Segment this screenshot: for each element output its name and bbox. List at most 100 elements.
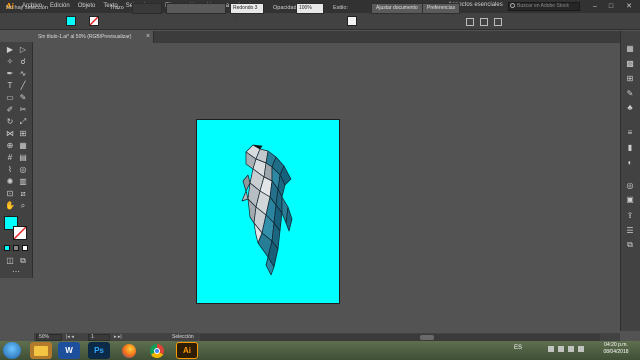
arrange-icon[interactable] xyxy=(494,18,502,26)
artboard-tool-icon[interactable]: ⊡ xyxy=(4,189,16,199)
artboards-icon[interactable]: ⧉ xyxy=(624,240,636,250)
paintbrush-icon[interactable]: ✎ xyxy=(17,93,29,103)
gradient-tool-icon[interactable]: ▤ xyxy=(17,153,29,163)
start-button[interactable] xyxy=(3,342,21,359)
transparency-icon[interactable]: ◐ xyxy=(624,158,636,168)
menu-edicion[interactable]: Edición xyxy=(46,0,74,13)
gradient-panel-icon[interactable]: ▮ xyxy=(624,143,636,153)
stroke-swatch[interactable] xyxy=(89,16,99,26)
no-stroke-icon xyxy=(14,227,26,239)
tray-up-icon[interactable] xyxy=(548,346,554,352)
preferences-button[interactable]: Preferencias xyxy=(422,3,461,14)
curvature-icon[interactable]: ∿ xyxy=(17,69,29,79)
rectangle-tool-icon[interactable]: ▭ xyxy=(4,93,16,103)
minimize-button[interactable]: – xyxy=(588,1,602,12)
zoom-tool-icon[interactable]: ⌕ xyxy=(17,201,29,211)
maximize-button[interactable]: □ xyxy=(604,1,618,12)
horizontal-scrollbar[interactable] xyxy=(200,334,600,341)
document-setup-button[interactable]: Ajustar documento xyxy=(371,3,423,14)
brush-definition[interactable]: Redondo 3 ... xyxy=(230,3,264,20)
stock-search-input[interactable]: Buscar en Adobe Stock xyxy=(508,2,580,11)
line-tool-icon[interactable]: ╱ xyxy=(17,81,29,91)
screen-mode-icon[interactable]: ⧉ xyxy=(17,256,29,266)
symbol-sprayer-icon[interactable]: ✺ xyxy=(4,177,16,187)
transform-icon[interactable] xyxy=(480,18,488,26)
stroke-panel-icon[interactable]: ≡ xyxy=(624,128,636,138)
stroke-weight-input[interactable] xyxy=(132,3,162,14)
shaper-icon[interactable]: ✐ xyxy=(4,105,16,115)
file-explorer-icon[interactable] xyxy=(30,342,52,359)
artboard-number[interactable]: 1 xyxy=(88,334,110,341)
folder-icon xyxy=(34,345,48,356)
brushes-icon[interactable]: ✎ xyxy=(624,89,636,99)
tab-close-icon[interactable]: × xyxy=(146,31,154,43)
draw-mode-icon[interactable]: ◫ xyxy=(4,256,16,266)
stroke-label: Trazo xyxy=(110,5,124,11)
zoom-level[interactable]: 50% xyxy=(36,334,62,341)
variable-width-profile[interactable] xyxy=(166,3,226,14)
network-icon[interactable] xyxy=(558,346,564,352)
rotate-icon[interactable]: ↻ xyxy=(4,117,16,127)
firefox-icon[interactable] xyxy=(118,342,140,359)
scale-icon[interactable]: ⤢ xyxy=(17,117,29,127)
graph-tool-icon[interactable]: ▥ xyxy=(17,177,29,187)
align-icon[interactable] xyxy=(466,18,474,26)
edit-toolbar-icon[interactable]: ⋯ xyxy=(10,267,22,277)
perspective-grid-icon[interactable]: ▦ xyxy=(17,141,29,151)
shape-builder-icon[interactable]: ⊕ xyxy=(4,141,16,151)
selection-tool-icon[interactable]: ▶ xyxy=(4,45,16,55)
pen-tool-icon[interactable]: ✒ xyxy=(4,69,16,79)
export-icon[interactable]: ⇪ xyxy=(624,211,636,221)
wolf-illustration[interactable] xyxy=(196,119,340,304)
gradient-mode-icon[interactable] xyxy=(13,245,19,251)
clock[interactable]: 04:20 p.m. 08/04/2018 xyxy=(596,342,636,356)
scissors-icon[interactable]: ✂ xyxy=(17,105,29,115)
magic-wand-icon[interactable]: ✧ xyxy=(4,57,16,67)
tools-panel: ▶ ▷ ✧ ☌ ✒ ∿ T ╱ ▭ ✎ ✐ ✂ ↻ ⤢ ⋈ ⊞ ⊕ ▦ # ▤ … xyxy=(0,42,33,278)
fill-swatch[interactable] xyxy=(66,16,76,26)
lasso-icon[interactable]: ☌ xyxy=(17,57,29,67)
swatches-icon[interactable]: ⊞ xyxy=(624,74,636,84)
no-stroke-icon xyxy=(90,17,98,25)
color-panel-icon[interactable]: ▦ xyxy=(624,44,636,54)
search-icon xyxy=(510,3,515,8)
volume-icon[interactable] xyxy=(578,346,584,352)
eyedropper-icon[interactable]: ⌇ xyxy=(4,165,16,175)
type-tool-icon[interactable]: T xyxy=(4,81,16,91)
color-guide-icon[interactable]: ▩ xyxy=(624,59,636,69)
direct-selection-tool-icon[interactable]: ▷ xyxy=(17,45,29,55)
clock-time: 04:20 p.m. xyxy=(604,342,628,348)
word-icon[interactable]: W xyxy=(58,342,80,359)
document-tab[interactable]: Sin título-1.ai* al 50% (RGB/Previsualiz… xyxy=(34,31,154,43)
menu-objeto[interactable]: Objeto xyxy=(74,0,100,13)
hand-tool-icon[interactable]: ✋ xyxy=(4,201,16,211)
free-transform-icon[interactable]: ⊞ xyxy=(17,129,29,139)
artboard-nav-prev[interactable]: |◂ ◂ xyxy=(66,335,82,340)
slice-tool-icon[interactable]: ⧄ xyxy=(17,189,29,199)
photoshop-icon[interactable]: Ps xyxy=(88,342,110,359)
stroke-color-box[interactable] xyxy=(13,226,27,240)
graphic-styles-icon[interactable]: ▣ xyxy=(624,195,636,205)
selection-status: No hay selección xyxy=(6,5,48,11)
layers-icon[interactable]: ☰ xyxy=(624,226,636,236)
scrollbar-thumb[interactable] xyxy=(420,335,434,340)
appearance-icon[interactable]: ◎ xyxy=(624,181,636,191)
status-tool[interactable]: Selección xyxy=(172,334,194,340)
style-label: Estilo: xyxy=(333,5,348,11)
mesh-tool-icon[interactable]: # xyxy=(4,153,16,163)
opacity-label: Opacidad: xyxy=(273,5,299,11)
language-indicator[interactable]: ES xyxy=(514,345,522,351)
clock-date: 08/04/2018 xyxy=(603,349,629,355)
opacity-input[interactable]: 100% xyxy=(296,3,324,14)
artboard-nav-next[interactable]: ▸ ▸| xyxy=(114,335,130,340)
close-button[interactable]: ✕ xyxy=(622,1,636,12)
battery-icon[interactable] xyxy=(568,346,574,352)
symbols-icon[interactable]: ♣ xyxy=(624,103,636,113)
graphic-style-swatch[interactable] xyxy=(347,16,357,26)
blend-tool-icon[interactable]: ◎ xyxy=(17,165,29,175)
chrome-icon[interactable] xyxy=(146,342,168,359)
color-mode-icon[interactable] xyxy=(4,245,10,251)
none-mode-icon[interactable] xyxy=(22,245,28,251)
illustrator-taskbar-icon[interactable]: Ai xyxy=(176,342,198,359)
width-tool-icon[interactable]: ⋈ xyxy=(4,129,16,139)
